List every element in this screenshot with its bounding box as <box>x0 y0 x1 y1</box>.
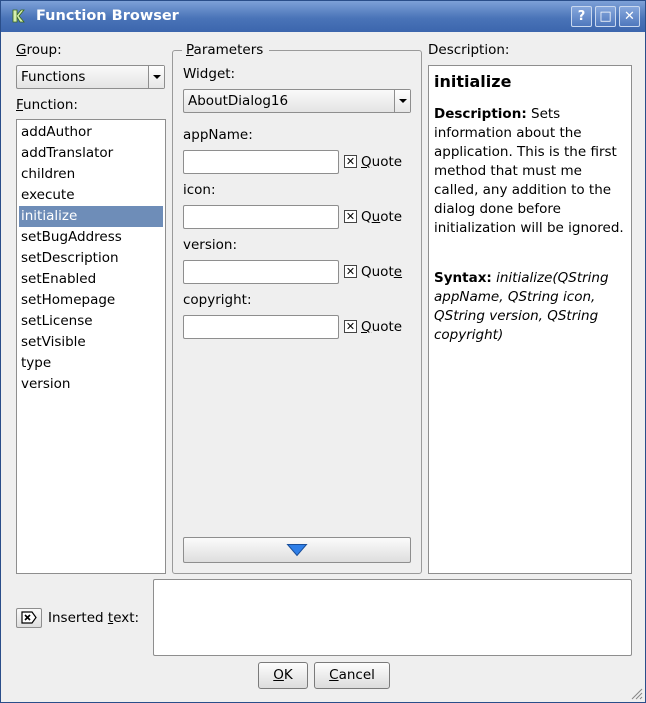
appname-input[interactable] <box>183 150 339 174</box>
cancel-button[interactable]: Cancel <box>314 662 390 689</box>
widget-label: Widget: <box>183 66 236 82</box>
inserted-text-field[interactable] <box>153 579 632 656</box>
ok-button[interactable]: OK <box>258 662 308 689</box>
group-combobox[interactable]: Functions <box>16 65 165 89</box>
function-browser-window: Function Browser ? □ ✕ Group: Functions … <box>0 0 646 703</box>
list-item[interactable]: setVisible <box>19 332 163 353</box>
list-item[interactable]: setLicense <box>19 311 163 332</box>
quote-checkbox-version[interactable]: ✕ <box>344 265 357 278</box>
resize-grip-icon[interactable] <box>631 688 643 700</box>
quote-label-version: Quote <box>361 264 403 280</box>
list-item[interactable]: execute <box>19 185 163 206</box>
list-item-selected[interactable]: initialize <box>19 206 163 227</box>
list-item[interactable]: type <box>19 353 163 374</box>
list-item[interactable]: setHomepage <box>19 290 163 311</box>
list-item[interactable]: version <box>19 374 163 395</box>
param-label-appname: appName: <box>183 127 253 143</box>
param-label-copyright: copyright: <box>183 292 252 308</box>
list-item[interactable]: addTranslator <box>19 143 163 164</box>
param-label-version: version: <box>183 237 237 253</box>
quote-checkbox-copyright[interactable]: ✕ <box>344 320 357 333</box>
window-title: Function Browser <box>36 8 179 24</box>
version-input[interactable] <box>183 260 339 284</box>
chevron-down-icon[interactable] <box>148 66 164 88</box>
copyright-input[interactable] <box>183 315 339 339</box>
description-label: Description: <box>428 42 510 58</box>
app-icon <box>12 9 25 23</box>
arrow-down-icon <box>286 544 308 557</box>
list-item[interactable]: setBugAddress <box>19 227 163 248</box>
inserted-text-label: Inserted text: <box>48 610 140 626</box>
title-bar[interactable]: Function Browser ? □ ✕ <box>1 1 645 32</box>
widget-combobox[interactable]: AboutDialog16 <box>183 89 411 113</box>
list-item[interactable]: setEnabled <box>19 269 163 290</box>
list-item[interactable]: addAuthor <box>19 122 163 143</box>
function-name: initialize <box>434 72 512 91</box>
chevron-down-icon[interactable] <box>394 90 410 112</box>
insert-text-icon <box>21 611 37 624</box>
widget-combobox-value: AboutDialog16 <box>188 93 289 109</box>
quote-checkbox-appname[interactable]: ✕ <box>344 155 357 168</box>
quote-label-copyright: Quote <box>361 319 403 335</box>
syntax-text: Syntax: initialize(QString appName, QStr… <box>434 270 609 343</box>
quote-label-icon: Quote <box>361 209 403 225</box>
close-button[interactable]: ✕ <box>619 6 640 27</box>
quote-checkbox-icon[interactable]: ✕ <box>344 210 357 223</box>
quote-label-appname: Quote <box>361 154 403 170</box>
insert-button[interactable] <box>16 608 42 628</box>
parameters-title: Parameters <box>182 42 270 58</box>
description-pane: initialize Description: Sets information… <box>428 65 632 574</box>
icon-input[interactable] <box>183 205 339 229</box>
help-button[interactable]: ? <box>571 6 592 27</box>
function-list[interactable]: addAuthor addTranslator children execute… <box>16 119 166 574</box>
more-parameters-button[interactable] <box>183 537 411 563</box>
group-label: Group: <box>16 42 62 58</box>
group-combobox-value: Functions <box>21 69 86 85</box>
function-label: Function: <box>16 97 78 113</box>
list-item[interactable]: setDescription <box>19 248 163 269</box>
maximize-button[interactable]: □ <box>595 6 616 27</box>
param-label-icon: icon: <box>183 182 216 198</box>
list-item[interactable]: children <box>19 164 163 185</box>
description-text: Description: Sets information about the … <box>434 106 624 236</box>
